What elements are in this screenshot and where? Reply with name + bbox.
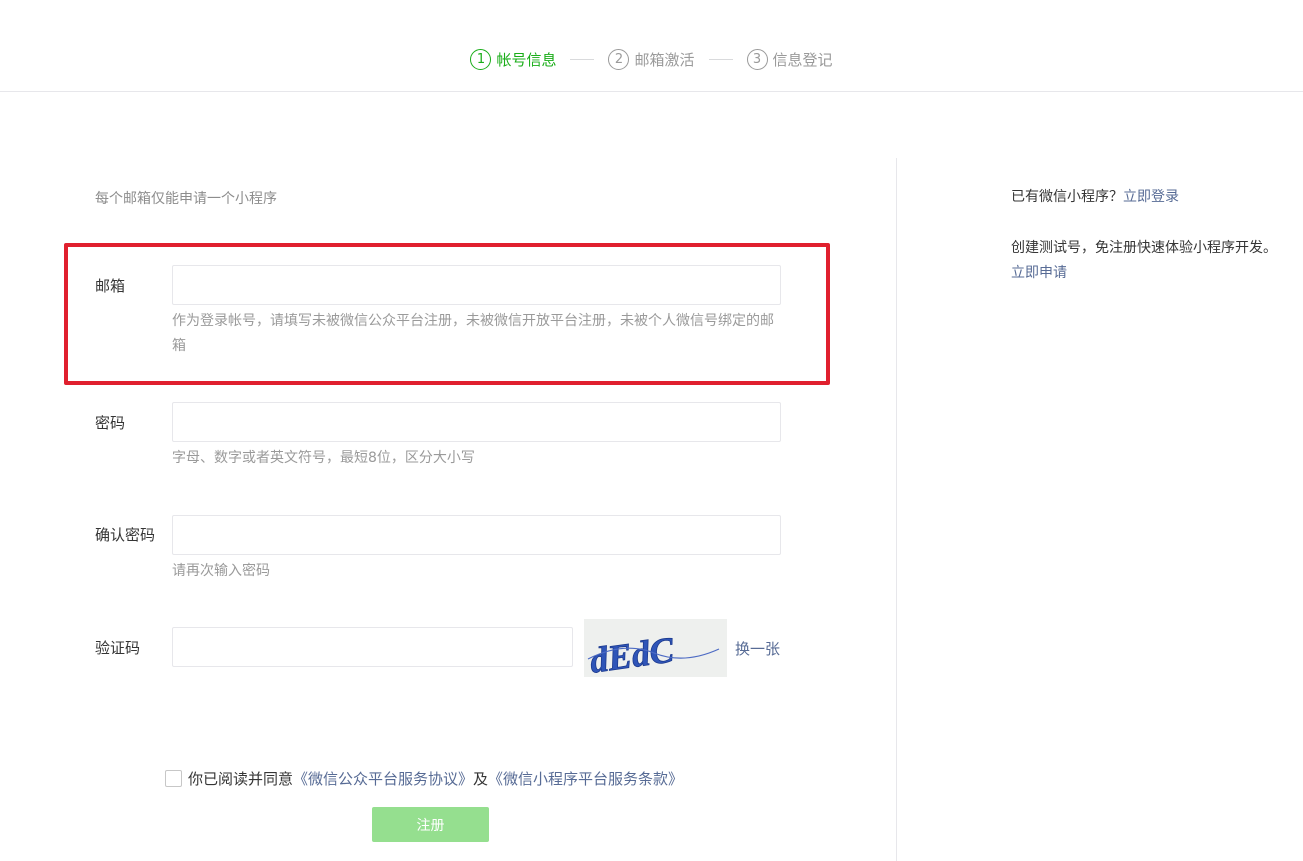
step-account-info: 1 帐号信息 bbox=[470, 49, 556, 70]
step-number: 3 bbox=[746, 49, 768, 70]
password-label: 密码 bbox=[95, 414, 126, 432]
test-account-block: 创建测试号，免注册快速体验小程序开发。立即申请 bbox=[1011, 236, 1281, 286]
agreement-middle: 及 bbox=[473, 770, 489, 788]
vertical-divider bbox=[896, 158, 897, 861]
email-input[interactable] bbox=[172, 265, 781, 305]
miniprogram-terms-link[interactable]: 《微信小程序平台服务条款》 bbox=[488, 768, 683, 789]
login-prompt: 已有微信小程序？ bbox=[1011, 189, 1123, 205]
confirm-password-hint: 请再次输入密码 bbox=[172, 563, 270, 579]
step-number: 1 bbox=[470, 49, 492, 70]
service-agreement-link[interactable]: 《微信公众平台服务协议》 bbox=[293, 768, 473, 789]
register-button[interactable]: 注册 bbox=[372, 807, 489, 842]
steps-header: 1 帐号信息 2 邮箱激活 3 信息登记 bbox=[0, 0, 1303, 92]
step-label: 信息登记 bbox=[772, 51, 833, 69]
step-label: 邮箱激活 bbox=[634, 51, 695, 69]
captcha-label: 验证码 bbox=[95, 639, 141, 657]
password-input[interactable] bbox=[172, 402, 781, 442]
captcha-input[interactable] bbox=[172, 627, 573, 667]
login-prompt-block: 已有微信小程序？立即登录 bbox=[1011, 185, 1281, 210]
step-email-activation: 2 邮箱激活 bbox=[608, 49, 695, 70]
apply-test-link[interactable]: 立即申请 bbox=[1011, 265, 1067, 281]
agreement-prefix: 你已阅读并同意 bbox=[188, 770, 294, 788]
agreement-checkbox[interactable] bbox=[165, 770, 182, 787]
step-label: 帐号信息 bbox=[496, 51, 557, 69]
step-separator bbox=[708, 59, 733, 60]
confirm-password-input[interactable] bbox=[172, 515, 781, 555]
change-captcha-link[interactable]: 换一张 bbox=[735, 638, 780, 659]
step-separator bbox=[570, 59, 595, 60]
agreement-row: 你已阅读并同意 《微信公众平台服务协议》 及 《微信小程序平台服务条款》 bbox=[165, 768, 683, 789]
email-hint: 作为登录帐号，请填写未被微信公众平台注册，未被微信开放平台注册，未被个人微信号绑… bbox=[172, 313, 774, 354]
login-link[interactable]: 立即登录 bbox=[1123, 189, 1179, 205]
email-label: 邮箱 bbox=[95, 277, 126, 295]
captcha-image[interactable]: dEdC bbox=[584, 619, 727, 677]
password-hint: 字母、数字或者英文符号，最短8位，区分大小写 bbox=[172, 450, 475, 466]
confirm-password-label: 确认密码 bbox=[95, 526, 156, 544]
step-indicator: 1 帐号信息 2 邮箱激活 3 信息登记 bbox=[0, 49, 1303, 70]
form-tip: 每个邮箱仅能申请一个小程序 bbox=[95, 191, 277, 207]
register-page: 1 帐号信息 2 邮箱激活 3 信息登记 每个邮箱仅能申请一个小程序 邮箱 作为… bbox=[0, 0, 1303, 861]
test-account-prompt: 创建测试号，免注册快速体验小程序开发。 bbox=[1011, 240, 1277, 256]
step-info-registration: 3 信息登记 bbox=[746, 49, 833, 70]
step-number: 2 bbox=[608, 49, 630, 70]
